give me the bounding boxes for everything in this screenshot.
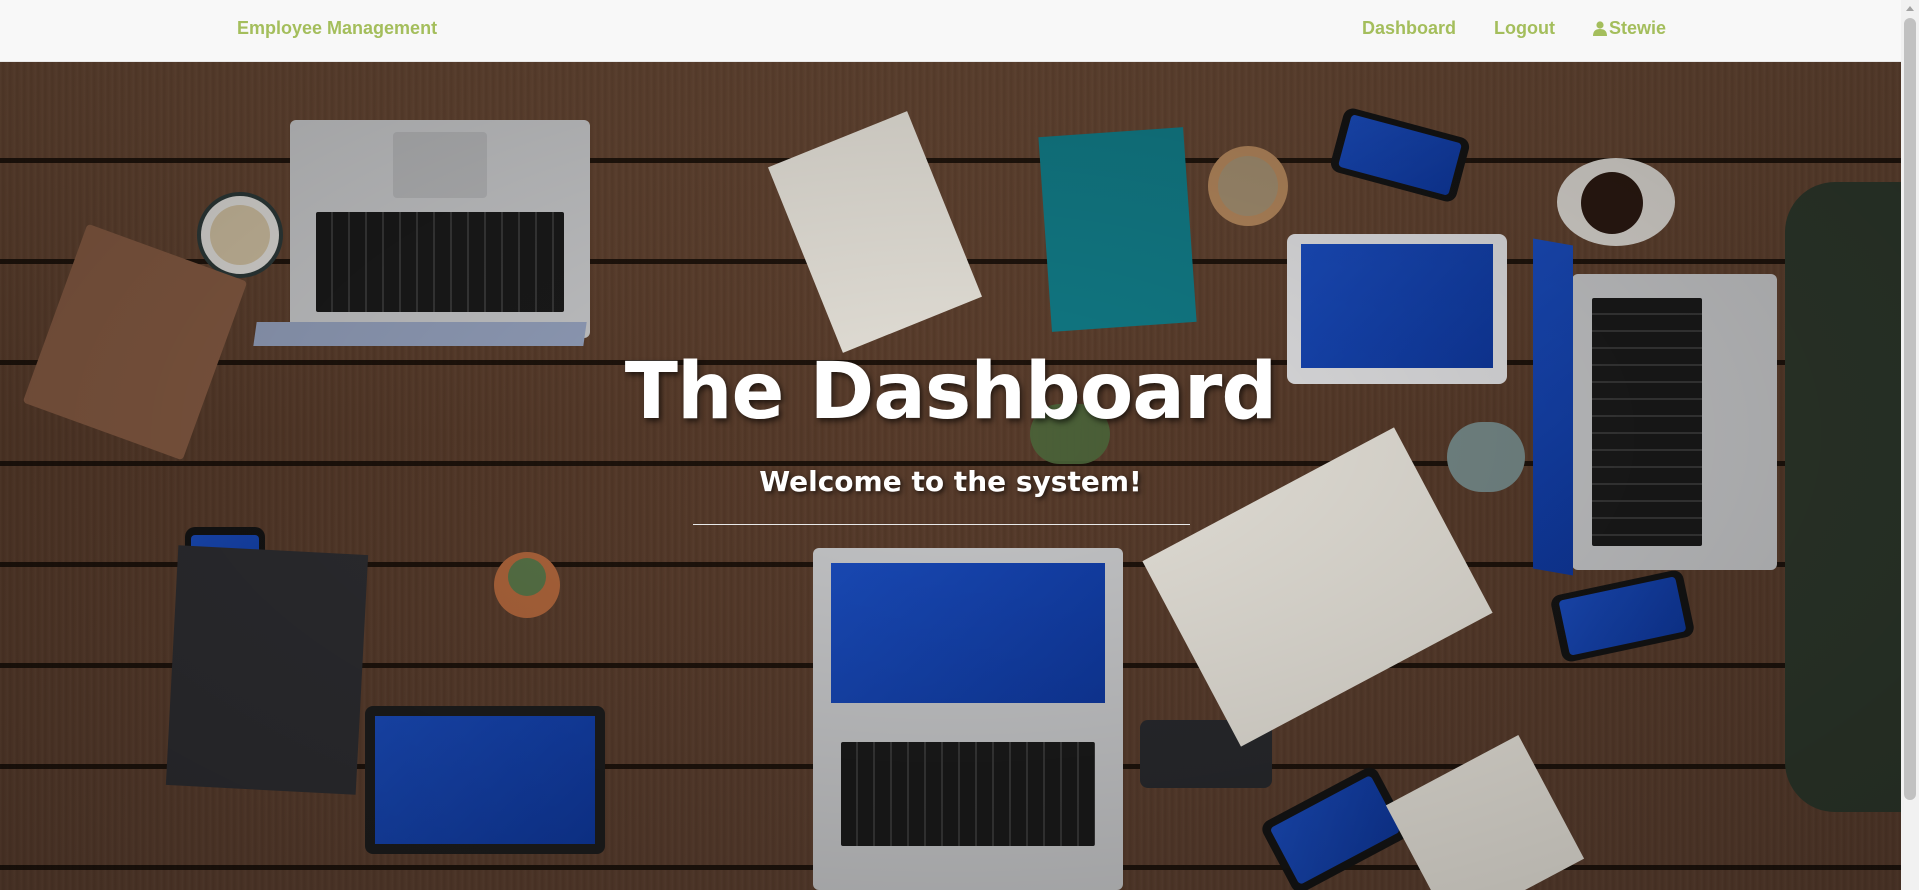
nav-dashboard-link[interactable]: Dashboard — [1362, 18, 1456, 39]
nav-user-link[interactable]: Stewie — [1592, 18, 1666, 39]
vertical-scrollbar[interactable] — [1901, 0, 1919, 890]
nav-logout-link[interactable]: Logout — [1494, 18, 1555, 39]
nav-user-label: Stewie — [1608, 18, 1666, 38]
scroll-up-arrow-icon[interactable] — [1901, 0, 1919, 17]
user-icon — [1592, 21, 1607, 36]
nav-links: Dashboard Logout Stewie — [1362, 18, 1666, 39]
scrollbar-thumb[interactable] — [1904, 18, 1916, 800]
top-navbar: Employee Management Dashboard Logout Ste… — [0, 0, 1901, 62]
page-title: The Dashboard — [624, 347, 1278, 437]
title-divider — [693, 524, 1190, 525]
hero-section: The Dashboard Welcome to the system! — [0, 62, 1901, 890]
welcome-subtitle: Welcome to the system! — [759, 465, 1142, 498]
brand-link[interactable]: Employee Management — [237, 18, 437, 39]
